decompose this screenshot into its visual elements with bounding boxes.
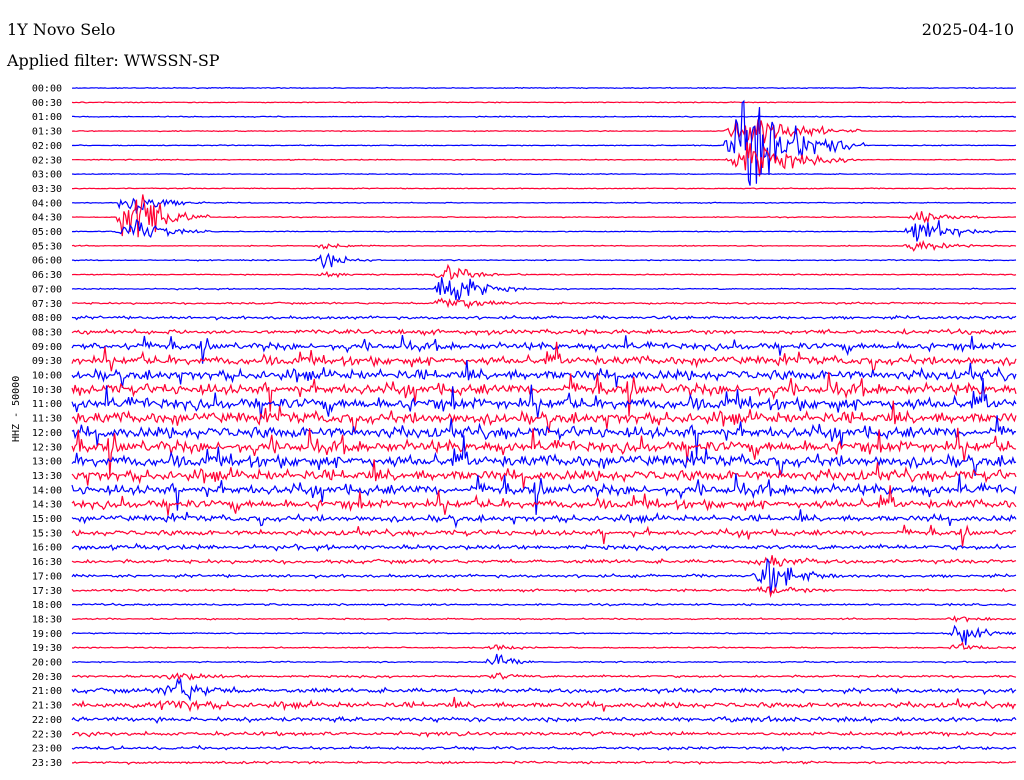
trace-row: [71, 473, 1017, 515]
trace-row: [71, 459, 1017, 489]
trace-row: [71, 415, 1017, 457]
row-time-label: 20:30: [32, 672, 62, 683]
trace-row: [71, 641, 1017, 651]
row-time-label: 17:00: [32, 571, 62, 582]
trace-row: [71, 653, 1017, 666]
row-time-label: 13:00: [32, 457, 62, 468]
trace-row: [71, 239, 1017, 252]
trace-row: [71, 435, 1017, 476]
trace-row: [71, 142, 1017, 177]
trace-row: [71, 542, 1017, 553]
trace-row: [71, 172, 1017, 176]
trace-row: [71, 696, 1017, 713]
trace-row: [71, 99, 1017, 186]
row-time-label: 02:00: [32, 141, 62, 152]
row-time-label: 03:00: [32, 170, 62, 181]
row-time-label: 10:30: [32, 385, 62, 396]
row-time-label: 09:30: [32, 356, 62, 367]
row-time-label: 04:30: [32, 213, 62, 224]
row-time-label: 23:00: [32, 744, 62, 755]
trace-row: [71, 744, 1017, 752]
row-time-label: 07:30: [32, 299, 62, 310]
row-time-label: 01:30: [32, 127, 62, 138]
trace-row: [71, 624, 1017, 646]
trace-row: [71, 197, 1016, 214]
trace-row: [71, 585, 1017, 598]
row-time-label: 13:30: [32, 471, 62, 482]
trace-row: [71, 509, 1017, 529]
row-time-label: 14:00: [32, 485, 62, 496]
trace-row: [71, 327, 1017, 337]
row-time-label: 21:30: [32, 701, 62, 712]
row-time-label: 15:30: [32, 528, 62, 539]
trace-row: [71, 672, 1017, 681]
trace-row: [71, 427, 1017, 476]
row-time-label: 08:30: [32, 327, 62, 338]
row-time-label: 05:30: [32, 241, 62, 252]
trace-row: [71, 555, 1017, 567]
trace-row: [71, 277, 1017, 301]
trace-row: [71, 715, 1017, 724]
row-time-label: 12:00: [32, 428, 62, 439]
trace-row: [72, 187, 1017, 190]
row-time-label: 12:30: [32, 442, 62, 453]
trace-row: [71, 86, 1017, 90]
row-time-label: 15:00: [32, 514, 62, 525]
row-time-label: 06:00: [32, 256, 62, 267]
row-time-label: 22:00: [32, 715, 62, 726]
row-time-label: 19:00: [32, 629, 62, 640]
row-time-label: 01:00: [32, 112, 62, 123]
row-time-label: 00:30: [32, 98, 62, 109]
row-time-label: 14:30: [32, 500, 62, 511]
trace-row: [71, 602, 1017, 607]
trace-row: [71, 263, 1017, 281]
row-time-label: 23:30: [32, 758, 62, 769]
trace-row: [71, 615, 1017, 623]
trace-row: [71, 297, 1017, 310]
helicorder-plot: 00:00 00:30 01:00 01:30 02:00 02:30 03:00 03:30…: [32, 84, 1017, 769]
trace-row: [71, 119, 1016, 144]
trace-row: [72, 760, 1017, 766]
row-time-label: 08:00: [32, 313, 62, 324]
row-time-label: 18:30: [32, 614, 62, 625]
trace-row: [71, 219, 1017, 242]
trace-row: [71, 101, 1017, 104]
trace-row: [71, 524, 1017, 547]
row-time-label: 11:00: [32, 399, 62, 410]
trace-row: [71, 730, 1017, 738]
row-time-label: 11:30: [32, 414, 62, 425]
row-time-label: 10:00: [32, 371, 62, 382]
row-time-label: 16:30: [32, 557, 62, 568]
trace-row: [71, 314, 1017, 321]
row-time-label: 21:00: [32, 686, 62, 697]
row-time-label: 00:00: [32, 84, 62, 95]
row-time-label: 20:00: [32, 658, 62, 669]
trace-row: [72, 115, 1017, 119]
row-time-label: 05:00: [32, 227, 62, 238]
row-time-label: 06:30: [32, 270, 62, 281]
row-time-label: 22:30: [32, 729, 62, 740]
trace-row: [71, 371, 1017, 417]
trace-row: [72, 252, 1017, 270]
trace-row: [71, 677, 1017, 702]
row-time-label: 09:00: [32, 342, 62, 353]
row-time-label: 17:30: [32, 586, 62, 597]
row-time-label: 18:00: [32, 600, 62, 611]
row-time-label: 03:30: [32, 184, 62, 195]
row-time-label: 02:30: [32, 155, 62, 166]
row-time-label: 16:00: [32, 543, 62, 554]
row-time-label: 04:00: [32, 198, 62, 209]
trace-row: [71, 194, 1016, 238]
row-time-label: 19:30: [32, 643, 62, 654]
trace-row: [71, 359, 1017, 388]
row-time-label: 07:00: [32, 284, 62, 295]
